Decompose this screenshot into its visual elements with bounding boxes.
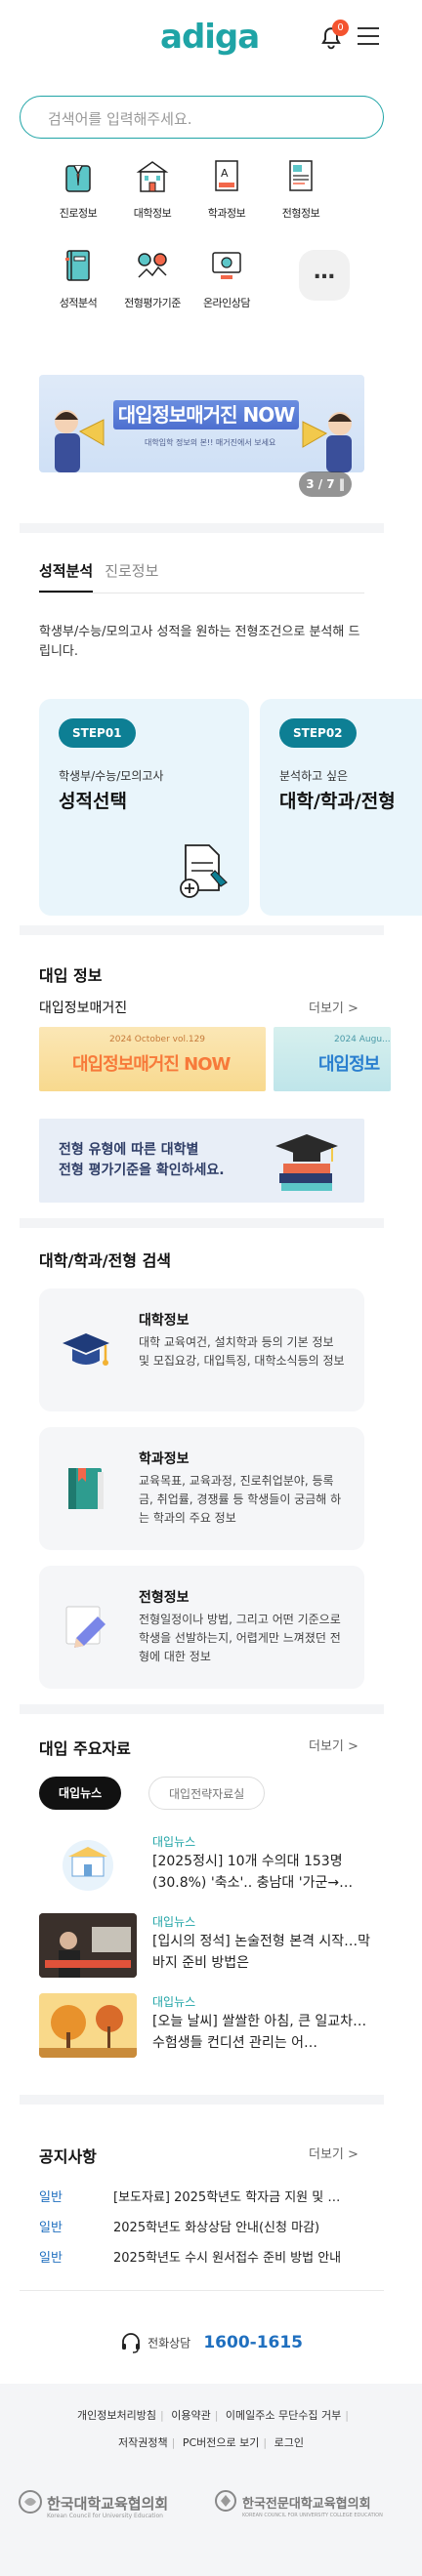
kcce-emblem-icon: [215, 2490, 236, 2512]
document-add-icon: [180, 844, 228, 898]
step-badge: STEP01: [59, 718, 136, 748]
evaluation-guide-banner[interactable]: 전형 유형에 따른 대학별 전형 평가기준을 확인하세요.: [39, 1119, 364, 1203]
evaluation-icon: [138, 253, 167, 278]
autumn-weather-thumbnail: [39, 1993, 137, 2058]
news-section-title: 대입 주요자료: [39, 1739, 131, 1758]
terms-link[interactable]: 이용약관: [171, 2409, 210, 2422]
email-refusal-link[interactable]: 이메일주소 무단수집 거부: [226, 2409, 341, 2422]
student-megaphone-left-illustration: [55, 410, 105, 472]
hamburger-menu-icon[interactable]: [358, 27, 379, 45]
notification-badge: 0: [332, 20, 349, 36]
magazine-card-1[interactable]: 2024 October vol.129 대입정보매거진 NOW: [39, 1027, 266, 1091]
svg-text:A: A: [221, 167, 229, 180]
tab-grade-analysis[interactable]: 성적분석: [39, 560, 94, 593]
magazine-banner[interactable]: 대입정보매거진 NOW 대학입학 정보의 본!! 매거진에서 보세요: [39, 375, 364, 472]
section-divider: [20, 1704, 384, 1714]
notices-more-link[interactable]: 더보기 >: [309, 2144, 359, 2162]
online-counsel-icon: [212, 252, 241, 279]
header: adiga 0: [0, 0, 422, 78]
footer-links-row2: 저작권정책 | PC버전으로 보기 | 로그인: [118, 2436, 304, 2449]
tab-career-info[interactable]: 진로정보: [105, 560, 158, 591]
section-divider: [20, 1218, 384, 1228]
notebook-icon: [65, 250, 90, 281]
book-icon: [68, 1468, 104, 1509]
pencil-paper-icon: [65, 1606, 106, 1648]
quick-menu-university[interactable]: 대학정보: [113, 156, 191, 221]
kcce-logo[interactable]: 한국전문대학교육협의회: [242, 2493, 371, 2512]
privacy-policy-link[interactable]: 개인정보처리방침: [77, 2409, 156, 2422]
univ-info-card[interactable]: 대학정보 대학 교육여건, 설치학과 등의 기본 정보 및 모집요강, 대입특징…: [39, 1288, 364, 1411]
admission-type-card[interactable]: 전형정보 전형일정이나 방법, 그리고 어떤 기준으로 학생을 선발하는지, 어…: [39, 1566, 364, 1689]
step-card-1[interactable]: STEP01 학생부/수능/모의고사 성적선택: [39, 699, 249, 916]
footer-links-row1: 개인정보처리방침 | 이용약관 | 이메일주소 무단수집 거부 |: [77, 2409, 349, 2422]
graduation-cap-icon: [63, 1333, 109, 1366]
login-link[interactable]: 로그인: [274, 2436, 304, 2449]
notices-section-title: 공지사항: [39, 2147, 97, 2166]
lecture-photo-thumbnail: [39, 1913, 137, 1978]
grade-tabs: 성적분석 진로정보: [39, 560, 170, 593]
guide-text: 전형 유형에 따른 대학별 전형 평가기준을 확인하세요.: [59, 1142, 225, 1178]
career-icon: [65, 165, 91, 192]
banner-subtitle: 대학입학 정보의 본!! 매거진에서 보세요: [145, 438, 276, 447]
kcue-logo[interactable]: 한국대학교육협의회: [47, 2493, 168, 2514]
veterinary-building-thumbnail: [63, 1840, 113, 1891]
notice-type: 일반: [39, 2251, 63, 2266]
pc-version-link[interactable]: PC버전으로 보기: [183, 2436, 260, 2449]
magazine-more-link[interactable]: 더보기 >: [309, 998, 359, 1016]
news-more-link[interactable]: 더보기 >: [309, 1736, 359, 1754]
major-book-icon: A: [215, 160, 238, 191]
step-card-2[interactable]: STEP02 분석하고 싶은 대학/학과/전형: [260, 699, 422, 916]
search-input[interactable]: 검색어를 입력해주세요.: [20, 96, 384, 139]
section-divider: [20, 523, 384, 533]
major-info-card[interactable]: 학과정보 교육목표, 교육과정, 진로취업분야, 등록금, 취업률, 경쟁률 등…: [39, 1427, 364, 1550]
pause-icon[interactable]: ‖: [339, 477, 345, 491]
quick-menu-online-counsel[interactable]: 온라인상담: [188, 246, 266, 310]
copyright-policy-link[interactable]: 저작권정책: [118, 2436, 168, 2449]
admissions-section-title: 대입 정보: [39, 966, 103, 985]
section-divider: [20, 2095, 384, 2105]
more-menu-button[interactable]: …: [299, 250, 350, 301]
news-item[interactable]: 대입뉴스 [입시의 정석] 논술전형 본격 시작…막바지 준비 방법은: [39, 1913, 371, 1978]
quick-menu-evaluation[interactable]: 전형평가기준: [113, 246, 191, 310]
news-thumbnail: [39, 1833, 137, 1898]
notice-type: 일반: [39, 2221, 63, 2235]
adiga-logo[interactable]: adiga: [160, 18, 260, 57]
news-thumbnail: [39, 1913, 137, 1978]
document-icon: [289, 160, 313, 191]
graduation-cap-books-icon: [275, 1134, 338, 1191]
tab-strategy-materials[interactable]: 대입전략자료실: [148, 1777, 266, 1810]
quick-menu-admission-type[interactable]: 전형정보: [262, 156, 340, 221]
banner-pager[interactable]: 3 / 7 ‖: [299, 471, 352, 497]
quick-menu-major[interactable]: A 학과정보: [188, 156, 266, 221]
phone-number[interactable]: 1600-1615: [203, 2333, 303, 2352]
footer: 개인정보처리방침 | 이용약관 | 이메일주소 무단수집 거부 | 저작권정책 | PC…: [0, 2384, 422, 2576]
page: adiga 0 검색어를 입력해주세요. 진로정보 대학정보 A 학과정보 전형…: [0, 0, 422, 2576]
magazine-card-2[interactable]: 2024 Augu... 대입정보: [274, 1027, 391, 1091]
banner-title: 대입정보매거진 NOW: [113, 400, 299, 429]
step-badge: STEP02: [279, 718, 357, 748]
tab-admission-news[interactable]: 대입뉴스: [39, 1777, 122, 1810]
news-item[interactable]: 대입뉴스 [2025정시] 10개 수의대 153명(30.8%) '축소'..…: [39, 1833, 371, 1898]
kcue-emblem-icon: [19, 2490, 42, 2514]
grade-description: 학생부/수능/모의고사 성적을 원하는 전형조건으로 분석해 드립니다.: [39, 625, 360, 659]
headset-icon: [121, 2333, 140, 2353]
phone-contact[interactable]: 전화상담 1600-1615: [0, 2331, 422, 2354]
news-item[interactable]: 대입뉴스 [오늘 날씨] 쌀쌀한 아침, 큰 일교차…수험생들 컨디션 관리는 …: [39, 1993, 371, 2058]
quick-menu-career[interactable]: 진로정보: [39, 156, 117, 221]
magazine-subtitle: 대입정보매거진: [39, 1001, 128, 1016]
student-megaphone-right-illustration: [302, 412, 352, 472]
university-icon: [136, 161, 169, 192]
search-placeholder: 검색어를 입력해주세요.: [48, 110, 192, 128]
quick-menu-grade[interactable]: 성적분석: [39, 246, 117, 310]
news-thumbnail: [39, 1993, 137, 2058]
univ-search-title: 대학/학과/전형 검색: [39, 1251, 172, 1270]
section-divider: [20, 925, 384, 935]
section-divider: [20, 2290, 384, 2291]
notice-type: 일반: [39, 2190, 63, 2205]
